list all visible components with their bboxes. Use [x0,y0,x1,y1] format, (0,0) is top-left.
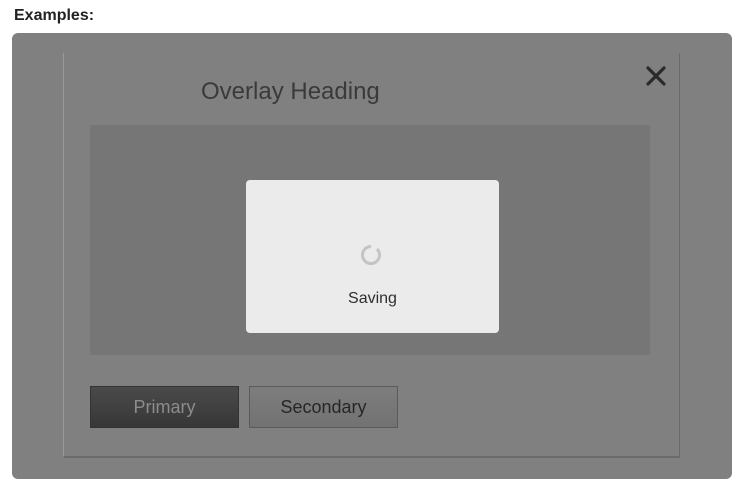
saving-text: Saving [348,290,397,307]
overlay-content: Saving [90,125,650,355]
spinner-icon [360,244,382,266]
modal-backdrop: Overlay Heading Saving Primary Secondary [12,33,732,479]
secondary-button[interactable]: Secondary [249,386,398,428]
primary-button[interactable]: Primary [90,386,239,428]
saving-indicator: Saving [246,180,499,333]
overlay-heading: Overlay Heading [201,78,380,105]
close-icon[interactable] [644,64,668,88]
overlay-dialog: Overlay Heading Saving Primary Secondary [63,53,680,458]
examples-label: Examples: [14,7,95,24]
